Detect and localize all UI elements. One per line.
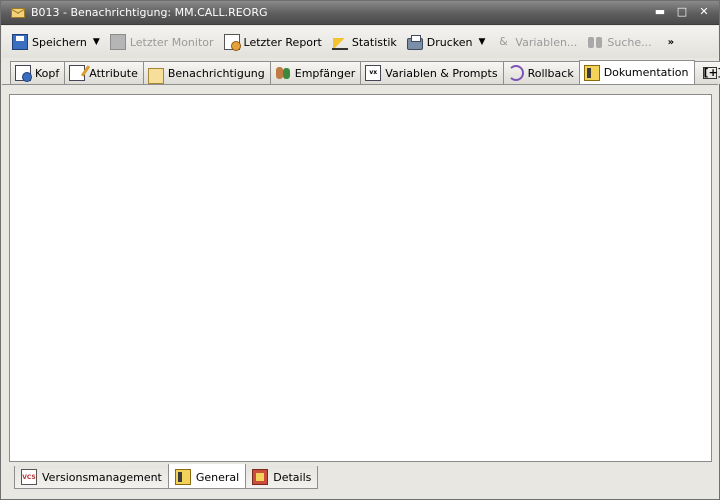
add-tab-icon: [+] bbox=[702, 66, 720, 79]
variables-button[interactable]: & Variablen... bbox=[491, 30, 581, 54]
title-bar[interactable]: B013 - Benachrichtigung: MM.CALL.REORG ▬… bbox=[1, 1, 719, 25]
save-button[interactable]: Speichern ▼ bbox=[8, 30, 104, 54]
last-report-button[interactable]: Letzter Report bbox=[220, 30, 326, 54]
last-monitor-button[interactable]: Letzter Monitor bbox=[106, 30, 218, 54]
last-monitor-label: Letzter Monitor bbox=[129, 35, 214, 49]
tab-label: Attribute bbox=[89, 66, 138, 80]
printer-icon bbox=[406, 35, 423, 50]
statistics-label: Statistik bbox=[351, 35, 397, 49]
search-button[interactable]: Suche... bbox=[583, 30, 655, 54]
app-window: B013 - Benachrichtigung: MM.CALL.REORG ▬… bbox=[0, 0, 720, 500]
toolbar-overflow-button[interactable]: » bbox=[664, 30, 678, 54]
floppy-disk-icon bbox=[12, 34, 28, 50]
tab-details[interactable]: Details bbox=[245, 466, 319, 489]
tab-dokumentation[interactable]: Dokumentation bbox=[578, 60, 695, 84]
tab-rollback[interactable]: Rollback bbox=[502, 61, 580, 84]
recipients-icon bbox=[275, 65, 291, 81]
attribute-edit-icon bbox=[69, 65, 86, 81]
bottom-tab-bar: VCS Versionsmanagement General Details bbox=[14, 464, 319, 491]
rollback-icon bbox=[507, 65, 524, 81]
tab-label: Versionsmanagement bbox=[42, 470, 162, 484]
window-title: B013 - Benachrichtigung: MM.CALL.REORG bbox=[31, 6, 268, 19]
tab-benachrichtigung[interactable]: Benachrichtigung bbox=[142, 61, 271, 84]
tab-bar: Kopf Attribute Benachrichtigung Empfänge… bbox=[10, 60, 720, 84]
statistics-button[interactable]: Statistik bbox=[328, 30, 401, 54]
tab-label: Dokumentation bbox=[603, 66, 689, 79]
tab-kopf[interactable]: Kopf bbox=[10, 61, 66, 84]
tab-attribute[interactable]: Attribute bbox=[64, 61, 144, 84]
general-doc-icon bbox=[174, 469, 191, 485]
details-icon bbox=[252, 469, 269, 485]
tab-empfaenger[interactable]: Empfänger bbox=[269, 61, 362, 84]
tab-add[interactable]: [+] bbox=[693, 61, 720, 84]
tab-label: Benachrichtigung bbox=[167, 66, 265, 80]
header-doc-icon bbox=[15, 65, 32, 82]
print-button[interactable]: Drucken ▼ bbox=[403, 30, 490, 54]
tab-label: Empfänger bbox=[294, 66, 356, 80]
variables-label: Variablen... bbox=[515, 35, 578, 49]
documentation-icon bbox=[583, 64, 600, 81]
tab-versionsmanagement[interactable]: VCS Versionsmanagement bbox=[14, 466, 169, 489]
envelope-icon bbox=[11, 7, 25, 18]
last-report-label: Letzter Report bbox=[243, 35, 322, 49]
tab-label: Variablen & Prompts bbox=[385, 66, 498, 80]
binoculars-icon bbox=[587, 34, 603, 50]
area-chart-icon bbox=[331, 34, 348, 50]
tab-label: Kopf bbox=[35, 66, 60, 80]
window-controls: ▬ □ ✕ bbox=[653, 5, 711, 19]
content-frame bbox=[2, 84, 718, 462]
tab-label: Details bbox=[273, 470, 312, 484]
tab-general[interactable]: General bbox=[167, 464, 247, 489]
close-button[interactable]: ✕ bbox=[697, 5, 711, 19]
print-label: Drucken bbox=[426, 35, 473, 49]
documentation-editor[interactable] bbox=[9, 94, 712, 462]
chevron-down-icon[interactable]: ▼ bbox=[479, 37, 486, 47]
tab-label: Rollback bbox=[527, 66, 574, 80]
version-control-icon: VCS bbox=[21, 469, 37, 485]
variables-icon: & bbox=[499, 35, 508, 48]
minimize-button[interactable]: ▬ bbox=[653, 5, 667, 19]
save-label: Speichern bbox=[32, 35, 87, 49]
tab-variablen-prompts[interactable]: vx Variablen & Prompts bbox=[360, 61, 504, 84]
toolbar: Speichern ▼ Letzter Monitor Letzter Repo… bbox=[2, 26, 718, 58]
maximize-button[interactable]: □ bbox=[675, 5, 689, 19]
variables-prompts-icon: vx bbox=[365, 65, 382, 81]
envelope-icon bbox=[147, 68, 164, 84]
monitor-icon bbox=[109, 34, 126, 50]
report-clock-icon bbox=[223, 34, 241, 51]
chevron-down-icon[interactable]: ▼ bbox=[93, 37, 100, 47]
search-label: Suche... bbox=[607, 35, 652, 49]
tab-label: General bbox=[195, 470, 240, 484]
